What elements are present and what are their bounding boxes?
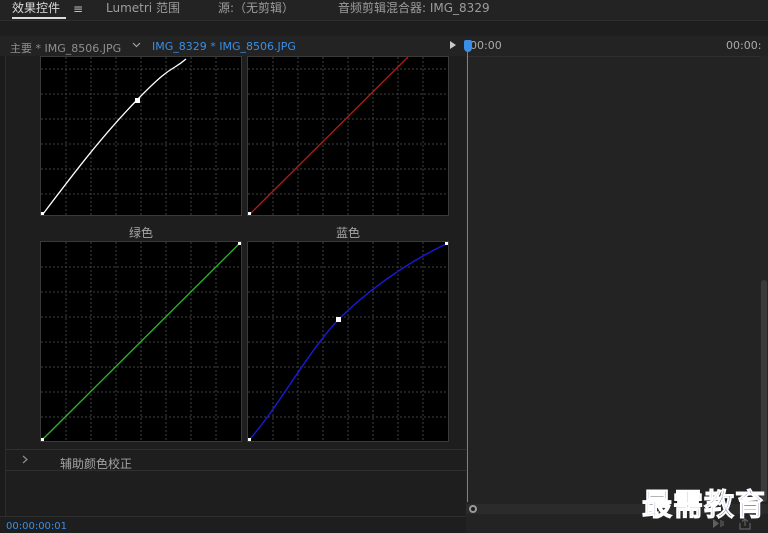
green-curve-end-point (238, 242, 241, 245)
red-curve-line (249, 57, 409, 215)
master-curve-svg (41, 57, 241, 215)
master-curve-line (42, 58, 187, 215)
master-clip-tab[interactable]: 主要 * IMG_8506.JPG (10, 40, 121, 56)
divider (0, 20, 768, 21)
active-tab-indicator (12, 17, 66, 19)
tab-audio-clip-mixer[interactable]: 音频剪辑混合器: IMG_8329 (338, 1, 490, 17)
curve-grid-master[interactable] (40, 56, 242, 216)
divider (6, 470, 466, 471)
curve-grid-blue[interactable] (247, 241, 449, 442)
master-curve-point (135, 98, 140, 103)
active-clip-tab[interactable]: IMG_8329 * IMG_8506.JPG (152, 40, 296, 53)
panel-left-strip (0, 56, 6, 516)
play-triangle-icon[interactable] (450, 41, 456, 49)
blue-curve-end-point (445, 242, 448, 245)
tab-effect-controls[interactable]: 效果控件 (12, 1, 60, 17)
blue-curve-svg (248, 242, 448, 441)
panel-menu-icon[interactable]: ≡ (73, 2, 83, 16)
blue-curve-start-point (248, 438, 251, 441)
playhead-line[interactable] (467, 44, 468, 502)
sequence-header: 主要 * IMG_8506.JPG IMG_8329 * IMG_8506.JP… (0, 36, 466, 56)
current-timecode[interactable]: 00:00:00:01 (6, 521, 67, 532)
zoom-handle[interactable] (469, 505, 477, 513)
curve-grid-green[interactable] (40, 241, 242, 442)
blue-curve-point (336, 317, 341, 322)
red-curve-svg (248, 57, 448, 215)
timeline-end-time: 00:00: (726, 39, 762, 52)
green-curve-svg (41, 242, 241, 441)
secondary-color-correction-row[interactable]: 辅助颜色校正 (0, 450, 466, 472)
curve-grid-red[interactable] (247, 56, 449, 216)
master-curve-endpoint (41, 212, 44, 215)
effect-controls-timeline[interactable]: 00:00 00:00: (466, 36, 768, 533)
timeline-start-time: 00:00 (470, 39, 502, 52)
panel-tab-bar: 效果控件 ≡ Lumetri 范围 源:（无剪辑） 音频剪辑混合器: IMG_8… (0, 0, 768, 20)
chevron-down-icon[interactable] (132, 40, 141, 51)
chevron-right-icon[interactable] (22, 453, 28, 467)
blue-curve-label: 蓝色 (335, 226, 360, 240)
tab-source[interactable]: 源:（无剪辑） (218, 1, 294, 17)
tab-lumetri-scopes[interactable]: Lumetri 范围 (106, 1, 180, 17)
green-curve-start-point (41, 438, 44, 441)
green-curve-label: 绿色 (128, 226, 153, 240)
divider (0, 516, 466, 517)
red-curve-endpoint (248, 212, 251, 215)
watermark-logo: 最需教育 (642, 488, 766, 524)
divider (466, 56, 768, 57)
playhead-handle[interactable] (464, 40, 472, 52)
scrollbar-thumb[interactable] (761, 280, 767, 502)
